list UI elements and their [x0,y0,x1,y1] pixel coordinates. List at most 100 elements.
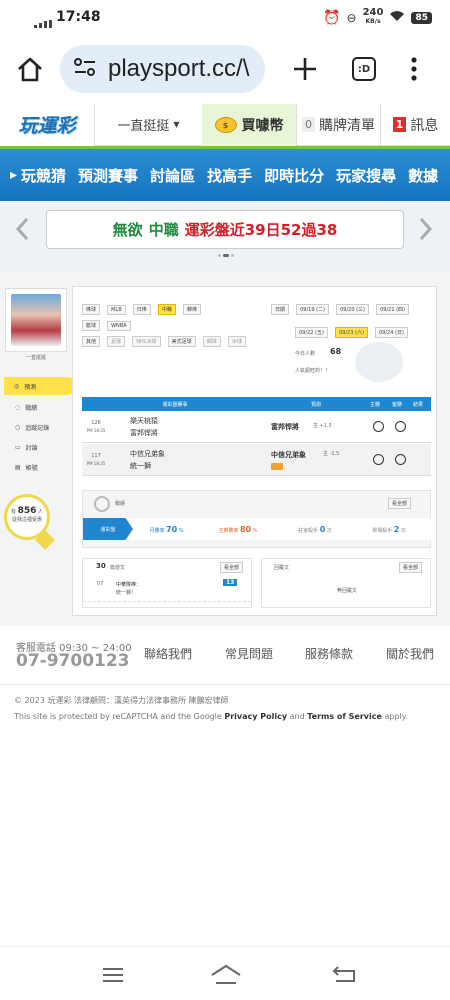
stat-value: 80 [240,524,252,534]
avatar[interactable] [5,288,67,352]
helped-suffix: 人 [37,509,43,515]
user-menu[interactable]: 一直挺挺 ▼ [94,103,202,146]
date-chip[interactable]: 09/22 (五) [295,327,328,338]
cart-button[interactable]: 0 購牌清單 [296,103,380,146]
nav-item-experts[interactable]: 找高手 [207,165,252,186]
nav-item-forum[interactable]: 討論區 [150,165,195,186]
footer-link-about[interactable]: 關於我們 [386,645,434,662]
nav-item-player-search[interactable]: 玩家搜尋 [336,165,396,186]
phone-number[interactable]: 07-9700123 [16,651,130,671]
stat-unit: % [252,527,258,534]
replies-more-button[interactable]: 看全部 [399,562,423,573]
banner-slide[interactable]: 無欲 中職 運彩盤近39日52過38 [46,210,404,249]
new-tab-icon[interactable] [292,56,318,86]
privacy-link[interactable]: Privacy Policy [224,712,287,721]
away-win-radio[interactable] [395,454,406,465]
home-icon[interactable] [16,56,44,86]
posts-more-button[interactable]: 看全部 [220,562,244,573]
stat-label: 莊家殺手 [298,527,319,534]
stat-single-killer: 單場殺手 2 次 [354,525,424,534]
alarm-icon: ⏰ [323,9,341,26]
footer-link-faq[interactable]: 常見問題 [225,645,273,662]
col-home-win: 主勝 [369,401,380,408]
date-chip-selected[interactable]: 09/23 (六) [335,327,368,338]
footer-link-contact[interactable]: 聯絡我們 [144,645,192,662]
buy-coin-button[interactable]: $ 買噱幣 [202,103,296,146]
message-button[interactable]: 1 訊息 [380,103,450,146]
away-team: 統一獅 [130,462,151,470]
mascot-image [355,342,403,382]
chat-icon: ◌ [15,403,21,411]
divider [83,601,251,604]
and-text: and [289,712,305,721]
filter-tennis[interactable]: 網球 [202,336,221,347]
post-reply-count: 13 [223,579,238,586]
post-subtitle[interactable]: 統一獅！ [116,589,136,596]
menu-icon[interactable] [101,967,125,987]
posts-count: 30 [96,562,106,570]
posts-label: 篇發文 [110,565,126,571]
stat-house-killer: 莊家殺手 0 次 [276,525,354,534]
nav-item-livescore[interactable]: 即時比分 [264,165,324,186]
away-win-radio[interactable] [395,421,406,432]
stat-unit: 次 [400,527,406,534]
message-count: 1 [392,117,407,132]
footer-link-terms[interactable]: 服務條款 [305,645,353,662]
banner-league: 中職 [148,221,179,239]
table-header: 運彩盤賽事 預測 主勝 客勝 結果 [82,397,431,411]
filter-soccer[interactable]: 足球 [107,336,126,347]
home-win-radio[interactable] [373,454,384,465]
signal-icon [34,16,54,32]
post-title[interactable]: 中華隊棒： [116,581,141,588]
filter-football[interactable]: 美式足球 [167,336,196,347]
sidebar-item-follow[interactable]: ○ 追蹤記錄 [5,418,72,436]
more-menu-icon[interactable] [410,56,418,86]
nav-item-stats[interactable]: 數據 [408,165,438,186]
status-icons: ⏰ ⊖ 240 KB/s 85 [323,8,432,26]
logo-text: 玩運彩 [18,115,76,137]
message-label: 訊息 [410,117,439,134]
home-nav-icon[interactable] [210,963,242,989]
date-chip[interactable]: 09/21 (四) [376,304,410,315]
filter-npb[interactable]: 日棒 [132,304,151,315]
filter-kbo[interactable]: 韓棒 [182,304,201,315]
date-chip[interactable]: 09/24 (日) [375,327,408,338]
sidebar-item-record[interactable]: ◌ 戰績 [5,398,72,416]
site-settings-icon[interactable] [74,58,96,80]
cart-label: 購牌清單 [319,117,375,134]
home-win-radio[interactable] [373,421,384,432]
chevron-left-icon[interactable] [14,216,30,246]
game-time: PM 18:35 [86,428,106,433]
back-icon[interactable] [332,965,356,987]
stat-monthly-winrate: 月勝率 70 % [133,525,200,534]
date-filter: 日期 09/19 (二) 09/20 (三) 09/21 (四) 09/22 (… [271,296,436,338]
chevron-right-icon[interactable] [418,216,434,246]
stat-value: 70 [166,524,178,534]
record-icon: ○ [15,423,21,431]
comment-icon: ▭ [15,443,21,451]
filter-label: 其他 [82,336,101,347]
filter-nhl[interactable]: NHL冰球 [132,336,161,347]
stat-value: 0 [319,524,326,534]
filter-hockey[interactable]: 冰球 [227,336,246,347]
url-bar[interactable]: playsport.cc/\ [60,45,265,93]
sidebar-item-predict[interactable]: ◎ 預測 [4,377,76,395]
record-more-button[interactable]: 看全部 [388,498,412,509]
nav-item-predict[interactable]: 預測賽事 [78,165,138,186]
date-chip[interactable]: 09/19 (二) [296,304,330,315]
main-nav: ▸ 玩競猜 預測賽事 討論區 找高手 即時比分 玩家搜尋 數據 [0,149,450,201]
sidebar-item-account[interactable]: ▤ 帳號 [5,458,72,476]
post-date: 07 [97,581,104,587]
date-chip[interactable]: 09/20 (三) [336,304,370,315]
site-logo[interactable]: 玩運彩 [0,103,94,146]
sidebar-item-label: 討論 [25,444,38,452]
terms-link[interactable]: Terms of Service [307,712,382,721]
nav-item-guess[interactable]: 玩競猜 [21,165,66,186]
today-note: 人氣超旺的！！ [295,368,331,374]
filter-cpbl[interactable]: 中職 [157,304,176,315]
stat-label: 月勝率 [149,527,165,534]
record-tab[interactable]: 運彩盤 [83,518,133,540]
tab-switcher-button[interactable]: :D [352,57,376,81]
sidebar-item-discuss[interactable]: ▭ 討論 [5,438,72,456]
game-number: 126 [91,420,101,426]
